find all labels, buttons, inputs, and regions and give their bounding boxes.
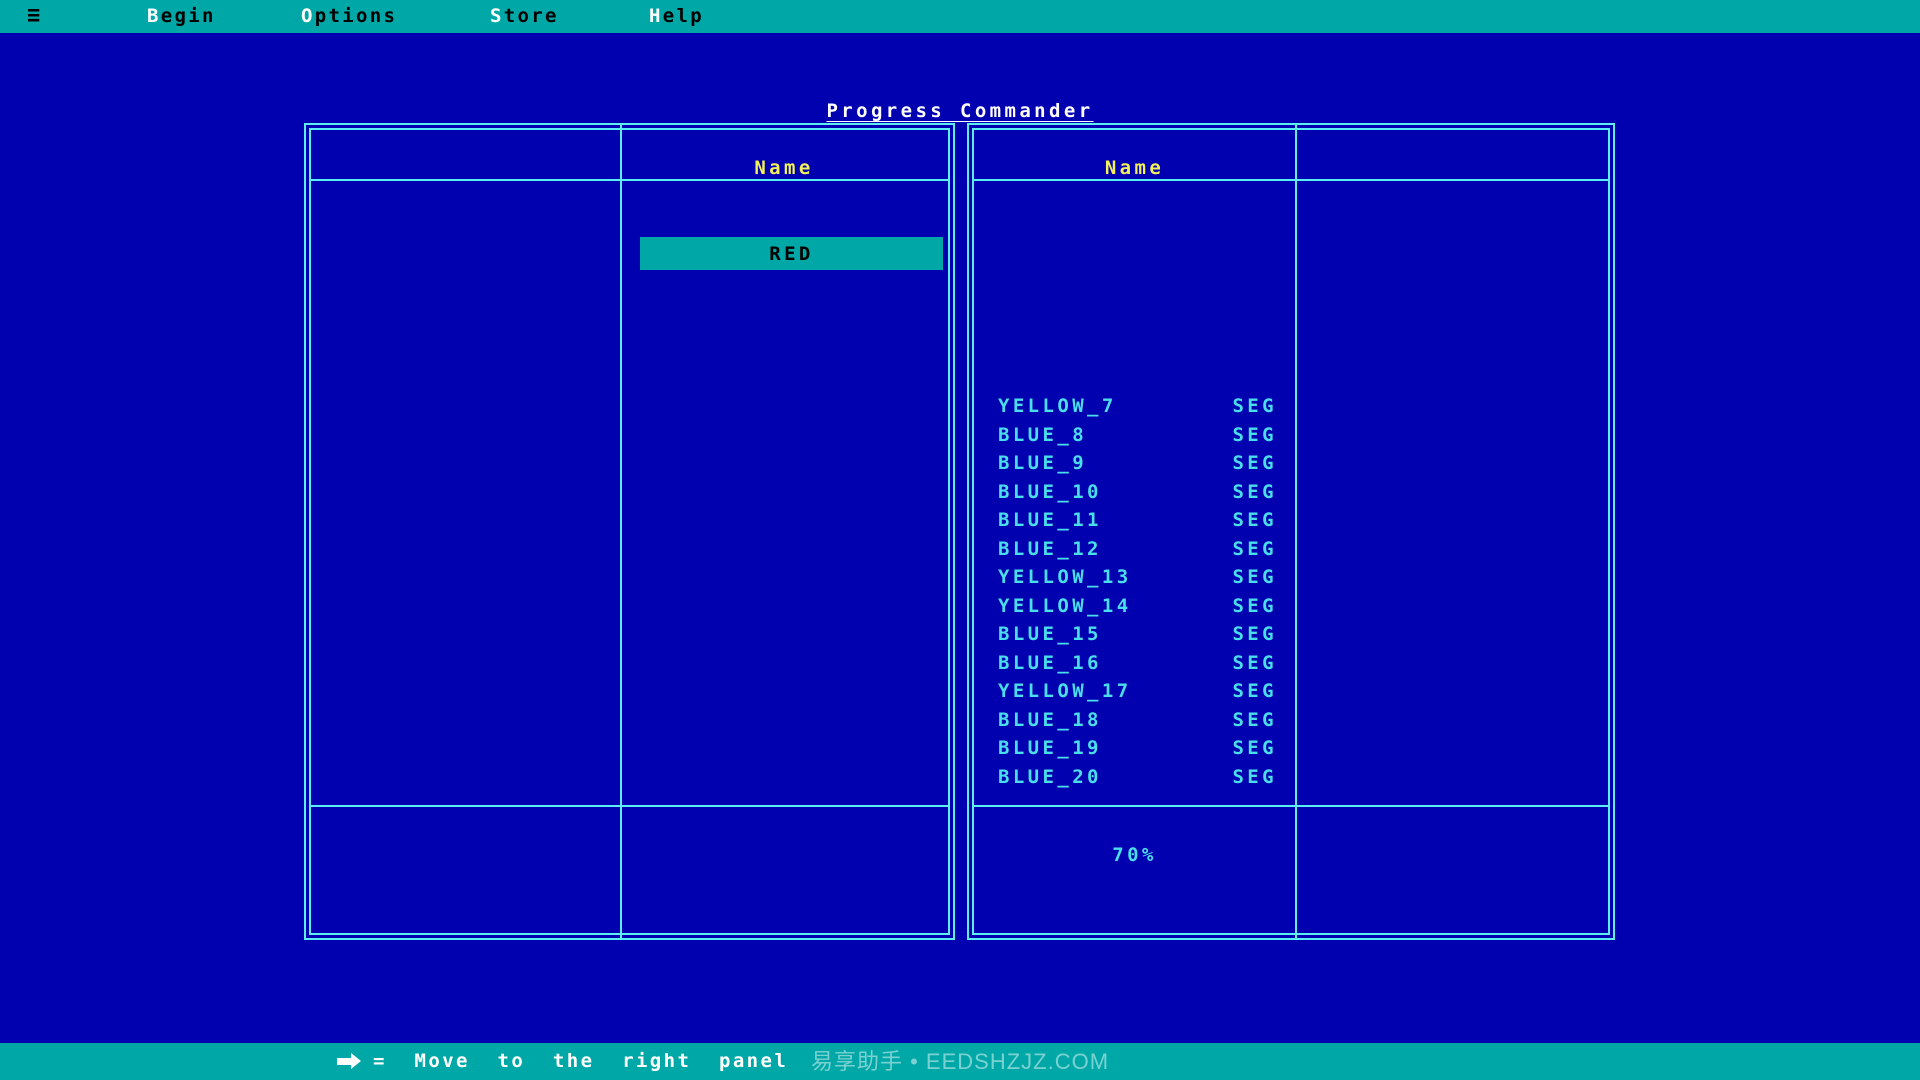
list-item[interactable]: BLUE_12 SEG — [974, 535, 1295, 564]
file-list: YELLOW_7 SEG BLUE_8 SEG BLUE_9 SEG BLUE_10 S… — [974, 392, 1295, 791]
file-name: YELLOW_17 — [998, 677, 1132, 706]
list-item[interactable]: BLUE_19 SEG — [974, 734, 1295, 763]
list-item[interactable]: YELLOW_17 SEG — [974, 677, 1295, 706]
file-type: SEG — [1232, 506, 1277, 535]
right-panel: Name YELLOW_7 SEG BLUE_8 SEG BLUE_9 SEG BLU… — [967, 123, 1615, 940]
file-type: SEG — [1232, 677, 1277, 706]
file-name: YELLOW_13 — [998, 563, 1132, 592]
file-type: SEG — [1232, 392, 1277, 421]
list-item[interactable]: YELLOW_7 SEG — [974, 392, 1295, 421]
file-type: SEG — [1232, 563, 1277, 592]
file-type: SEG — [1232, 734, 1277, 763]
right-arrow-icon — [337, 1058, 351, 1065]
progress-commander-app: ≡ Begin Options Store Help Progress Comm… — [0, 0, 1920, 1080]
file-type: SEG — [1232, 763, 1277, 792]
file-name: BLUE_20 — [998, 763, 1102, 792]
file-type: SEG — [1232, 449, 1277, 478]
list-item[interactable]: BLUE_9 SEG — [974, 449, 1295, 478]
list-item[interactable]: YELLOW_13 SEG — [974, 563, 1295, 592]
file-name: YELLOW_7 — [998, 392, 1117, 421]
left-panel: Name RED — [304, 123, 955, 940]
left-panel-footer-separator — [311, 805, 948, 807]
file-type: SEG — [1232, 421, 1277, 450]
left-panel-name-header: Name — [620, 155, 948, 181]
left-panel-column-divider — [620, 125, 622, 938]
file-name: BLUE_18 — [998, 706, 1102, 735]
right-panel-name-header: Name — [974, 155, 1295, 181]
file-type: SEG — [1232, 706, 1277, 735]
file-name: BLUE_16 — [998, 649, 1102, 678]
file-type: SEG — [1232, 649, 1277, 678]
file-name: YELLOW_14 — [998, 592, 1132, 621]
menu-item-options[interactable]: Options — [301, 4, 397, 29]
progress-percent: 70% — [974, 841, 1295, 869]
status-bar: = Move to the right panel 易享助手 • EEDSHZJ… — [0, 1043, 1920, 1080]
list-item[interactable]: BLUE_20 SEG — [974, 763, 1295, 792]
menu-item-store[interactable]: Store — [490, 4, 559, 29]
file-name: BLUE_8 — [998, 421, 1087, 450]
list-item[interactable]: BLUE_15 SEG — [974, 620, 1295, 649]
list-item[interactable]: YELLOW_14 SEG — [974, 592, 1295, 621]
selected-list-item[interactable]: RED — [640, 237, 943, 270]
menu-bar: ≡ Begin Options Store Help — [0, 0, 1920, 33]
right-panel-footer-separator — [974, 805, 1608, 807]
list-item[interactable]: BLUE_8 SEG — [974, 421, 1295, 450]
file-type: SEG — [1232, 592, 1277, 621]
file-name: BLUE_12 — [998, 535, 1102, 564]
file-name: BLUE_10 — [998, 478, 1102, 507]
right-panel-column-divider — [1295, 125, 1297, 938]
list-item[interactable]: BLUE_11 SEG — [974, 506, 1295, 535]
status-hint: = Move to the right panel — [373, 1048, 788, 1075]
app-title: Progress Commander — [0, 100, 1920, 122]
menu-item-begin[interactable]: Begin — [147, 4, 216, 29]
list-item[interactable]: BLUE_16 SEG — [974, 649, 1295, 678]
file-name: BLUE_15 — [998, 620, 1102, 649]
file-type: SEG — [1232, 620, 1277, 649]
file-type: SEG — [1232, 478, 1277, 507]
list-item[interactable]: BLUE_18 SEG — [974, 706, 1295, 735]
watermark: 易享助手 • EEDSHZJZ.COM — [811, 1049, 1109, 1075]
file-name: BLUE_9 — [998, 449, 1087, 478]
menu-item-help[interactable]: Help — [649, 4, 704, 29]
hamburger-menu-icon[interactable]: ≡ — [27, 3, 40, 29]
list-item[interactable]: BLUE_10 SEG — [974, 478, 1295, 507]
file-name: BLUE_19 — [998, 734, 1102, 763]
file-name: BLUE_11 — [998, 506, 1102, 535]
file-type: SEG — [1232, 535, 1277, 564]
